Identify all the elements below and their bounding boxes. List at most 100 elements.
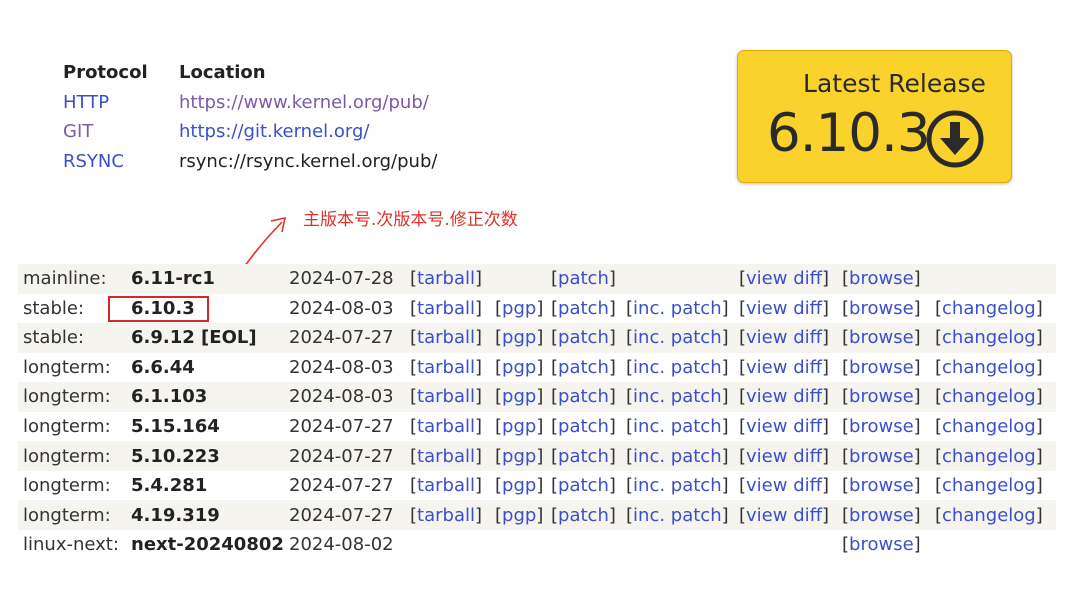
tarball-link-text[interactable]: tarball	[417, 357, 475, 378]
view-diff-link-text[interactable]: view diff	[746, 327, 822, 348]
patch-link[interactable]: [patch]	[551, 386, 616, 407]
location-git-link[interactable]: https://git.kernel.org/	[179, 121, 369, 142]
changelog-link-text[interactable]: changelog	[942, 416, 1036, 437]
patch-link-text[interactable]: patch	[558, 505, 609, 526]
pgp-link-text[interactable]: pgp	[502, 386, 536, 407]
changelog-link[interactable]: [changelog]	[935, 505, 1043, 526]
browse-link-text[interactable]: browse	[849, 298, 914, 319]
inc-patch-link[interactable]: [inc. patch]	[626, 446, 729, 467]
inc-patch-link[interactable]: [inc. patch]	[626, 357, 729, 378]
tarball-link[interactable]: [tarball]	[410, 298, 482, 319]
view-diff-link[interactable]: [view diff]	[739, 357, 829, 378]
patch-link[interactable]: [patch]	[551, 416, 616, 437]
patch-link-text[interactable]: patch	[558, 298, 609, 319]
inc-patch-link-text[interactable]: inc. patch	[633, 475, 722, 496]
inc-patch-link[interactable]: [inc. patch]	[626, 505, 729, 526]
browse-link-text[interactable]: browse	[849, 416, 914, 437]
patch-link-text[interactable]: patch	[558, 327, 609, 348]
view-diff-link[interactable]: [view diff]	[739, 416, 829, 437]
inc-patch-link-text[interactable]: inc. patch	[633, 357, 722, 378]
inc-patch-link-text[interactable]: inc. patch	[633, 386, 722, 407]
patch-link-text[interactable]: patch	[558, 386, 609, 407]
view-diff-link[interactable]: [view diff]	[739, 298, 829, 319]
changelog-link[interactable]: [changelog]	[935, 357, 1043, 378]
view-diff-link[interactable]: [view diff]	[739, 386, 829, 407]
pgp-link-text[interactable]: pgp	[502, 475, 536, 496]
browse-link[interactable]: [browse]	[842, 357, 921, 378]
pgp-link-text[interactable]: pgp	[502, 416, 536, 437]
inc-patch-link[interactable]: [inc. patch]	[626, 475, 729, 496]
tarball-link-text[interactable]: tarball	[417, 386, 475, 407]
pgp-link-text[interactable]: pgp	[502, 327, 536, 348]
protocol-rsync-link[interactable]: RSYNC	[63, 151, 179, 172]
tarball-link[interactable]: [tarball]	[410, 446, 482, 467]
tarball-link-text[interactable]: tarball	[417, 327, 475, 348]
patch-link[interactable]: [patch]	[551, 298, 616, 319]
tarball-link[interactable]: [tarball]	[410, 475, 482, 496]
view-diff-link-text[interactable]: view diff	[746, 505, 822, 526]
browse-link-text[interactable]: browse	[849, 446, 914, 467]
patch-link[interactable]: [patch]	[551, 475, 616, 496]
changelog-link-text[interactable]: changelog	[942, 357, 1036, 378]
browse-link[interactable]: [browse]	[842, 446, 921, 467]
patch-link-text[interactable]: patch	[558, 268, 609, 289]
inc-patch-link-text[interactable]: inc. patch	[633, 327, 722, 348]
inc-patch-link-text[interactable]: inc. patch	[633, 446, 722, 467]
pgp-link[interactable]: [pgp]	[495, 298, 543, 319]
changelog-link-text[interactable]: changelog	[942, 327, 1036, 348]
tarball-link[interactable]: [tarball]	[410, 386, 482, 407]
tarball-link[interactable]: [tarball]	[410, 416, 482, 437]
inc-patch-link[interactable]: [inc. patch]	[626, 327, 729, 348]
view-diff-link[interactable]: [view diff]	[739, 327, 829, 348]
changelog-link[interactable]: [changelog]	[935, 475, 1043, 496]
inc-patch-link-text[interactable]: inc. patch	[633, 298, 722, 319]
browse-link-text[interactable]: browse	[849, 534, 914, 555]
patch-link[interactable]: [patch]	[551, 505, 616, 526]
view-diff-link-text[interactable]: view diff	[746, 446, 822, 467]
patch-link[interactable]: [patch]	[551, 357, 616, 378]
pgp-link-text[interactable]: pgp	[502, 505, 536, 526]
pgp-link[interactable]: [pgp]	[495, 475, 543, 496]
pgp-link-text[interactable]: pgp	[502, 446, 536, 467]
view-diff-link-text[interactable]: view diff	[746, 386, 822, 407]
tarball-link-text[interactable]: tarball	[417, 446, 475, 467]
view-diff-link[interactable]: [view diff]	[739, 268, 829, 289]
browse-link-text[interactable]: browse	[849, 357, 914, 378]
protocol-http-link[interactable]: HTTP	[63, 92, 179, 113]
tarball-link[interactable]: [tarball]	[410, 505, 482, 526]
latest-release-button[interactable]: Latest Release 6.10.3	[737, 50, 1012, 183]
tarball-link-text[interactable]: tarball	[417, 475, 475, 496]
pgp-link[interactable]: [pgp]	[495, 416, 543, 437]
view-diff-link[interactable]: [view diff]	[739, 475, 829, 496]
browse-link-text[interactable]: browse	[849, 386, 914, 407]
browse-link[interactable]: [browse]	[842, 268, 921, 289]
browse-link-text[interactable]: browse	[849, 505, 914, 526]
view-diff-link-text[interactable]: view diff	[746, 268, 822, 289]
tarball-link-text[interactable]: tarball	[417, 268, 475, 289]
view-diff-link-text[interactable]: view diff	[746, 475, 822, 496]
browse-link[interactable]: [browse]	[842, 475, 921, 496]
changelog-link[interactable]: [changelog]	[935, 416, 1043, 437]
inc-patch-link-text[interactable]: inc. patch	[633, 416, 722, 437]
browse-link-text[interactable]: browse	[849, 327, 914, 348]
pgp-link-text[interactable]: pgp	[502, 357, 536, 378]
pgp-link[interactable]: [pgp]	[495, 446, 543, 467]
view-diff-link[interactable]: [view diff]	[739, 446, 829, 467]
patch-link[interactable]: [patch]	[551, 446, 616, 467]
changelog-link[interactable]: [changelog]	[935, 298, 1043, 319]
view-diff-link-text[interactable]: view diff	[746, 298, 822, 319]
pgp-link[interactable]: [pgp]	[495, 357, 543, 378]
browse-link[interactable]: [browse]	[842, 534, 921, 555]
patch-link[interactable]: [patch]	[551, 327, 616, 348]
browse-link[interactable]: [browse]	[842, 386, 921, 407]
inc-patch-link[interactable]: [inc. patch]	[626, 416, 729, 437]
patch-link[interactable]: [patch]	[551, 268, 616, 289]
changelog-link[interactable]: [changelog]	[935, 386, 1043, 407]
changelog-link-text[interactable]: changelog	[942, 505, 1036, 526]
tarball-link-text[interactable]: tarball	[417, 505, 475, 526]
pgp-link-text[interactable]: pgp	[502, 298, 536, 319]
patch-link-text[interactable]: patch	[558, 446, 609, 467]
inc-patch-link[interactable]: [inc. patch]	[626, 298, 729, 319]
tarball-link[interactable]: [tarball]	[410, 357, 482, 378]
changelog-link-text[interactable]: changelog	[942, 298, 1036, 319]
